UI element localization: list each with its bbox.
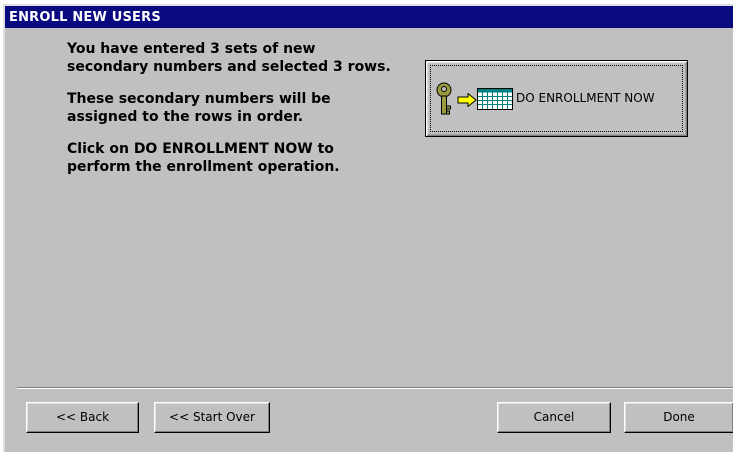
start-over-button[interactable]: << Start Over: [154, 402, 270, 433]
arrow-right-icon: [457, 93, 477, 107]
cancel-button[interactable]: Cancel: [497, 402, 611, 433]
done-button[interactable]: Done: [624, 402, 733, 433]
key-icon: [436, 82, 452, 115]
do-enrollment-now-label: DO ENROLLMENT NOW: [516, 91, 655, 105]
title-bar: ENROLL NEW USERS: [5, 6, 733, 28]
instruction-paragraph-2: These secondary numbers will be assigned…: [67, 91, 331, 125]
footer-divider: [17, 387, 733, 389]
enroll-dialog: ENROLL NEW USERS You have entered 3 sets…: [3, 4, 733, 452]
do-enrollment-now-button[interactable]: DO ENROLLMENT NOW: [425, 60, 688, 137]
window-title: ENROLL NEW USERS: [9, 10, 161, 25]
instruction-paragraph-3: Click on DO ENROLLMENT NOW to perform th…: [67, 141, 340, 175]
table-grid-icon: [477, 88, 513, 110]
instructions: You have entered 3 sets of new secondary…: [67, 40, 397, 190]
back-button[interactable]: << Back: [26, 402, 139, 433]
instruction-paragraph-1: You have entered 3 sets of new secondary…: [67, 41, 391, 75]
